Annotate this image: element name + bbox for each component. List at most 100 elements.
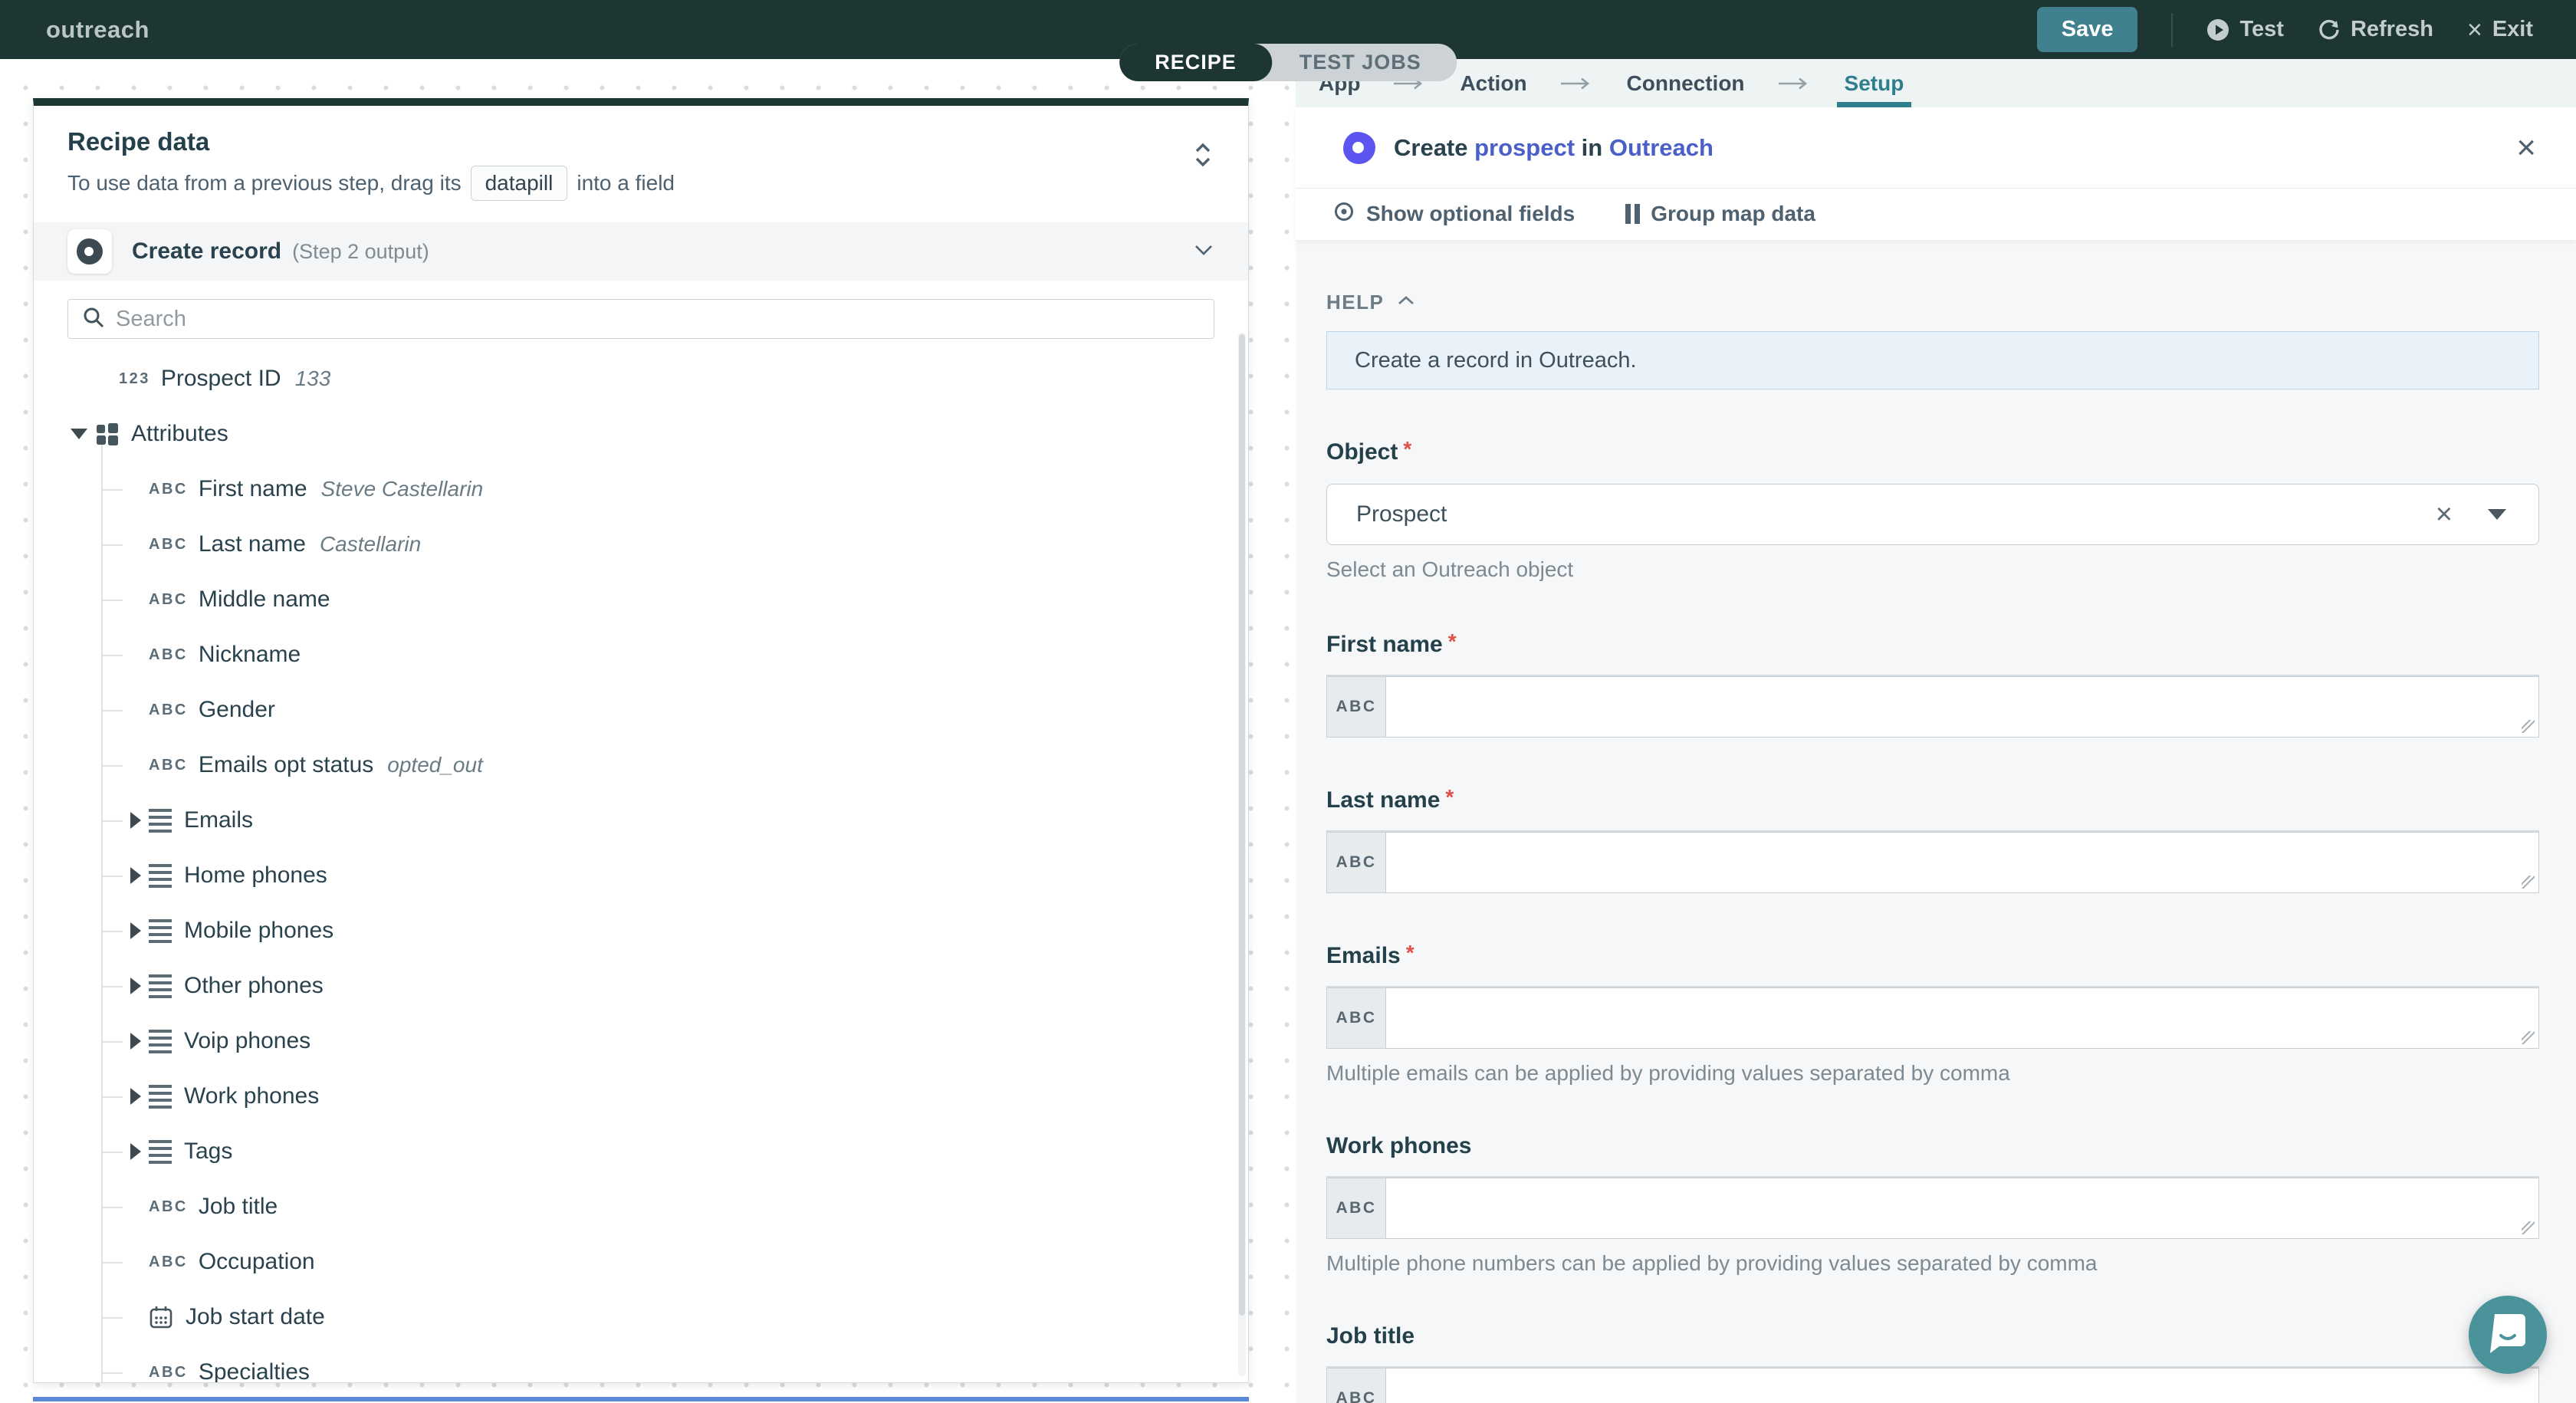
datapill-row[interactable]: Mobile phones [34,903,1248,958]
string-type-icon: ABC [149,1198,188,1215]
datapill-row[interactable]: ABC Nickname [34,627,1248,682]
form-field: Job title ABC [1326,1323,2539,1403]
recipe-title: outreach [46,15,150,43]
resize-handle-icon[interactable] [2522,876,2535,889]
string-type-icon: ABC [149,756,188,774]
datapill-row[interactable]: ABC Emails opt status opted_out [34,738,1248,793]
breadcrumb-item-action[interactable]: Action [1460,59,1526,107]
caret-down-icon[interactable] [71,429,87,439]
datapill-label: Emails [184,807,254,833]
datapill-row[interactable]: ABC Job title [34,1179,1248,1234]
scrollbar-thumb[interactable] [1239,334,1245,1316]
header-divider [2171,12,2174,47]
save-button[interactable]: Save [2036,7,2138,52]
object-select[interactable]: Prospect × [1326,484,2539,545]
setup-breadcrumb: App Action Connection Setup [1296,59,2576,107]
test-button[interactable]: Test [2206,17,2284,42]
chevron-down-icon[interactable] [1193,243,1214,261]
refresh-button[interactable]: Refresh [2318,17,2433,42]
breadcrumb-item-setup[interactable]: Setup [1836,59,1912,107]
datapill-label: Tags [184,1138,233,1164]
datapill-label: Other phones [184,973,324,998]
datapill-row[interactable]: Home phones [34,848,1248,903]
app-link[interactable]: Outreach [1609,134,1714,161]
datapill-row[interactable]: ABC Middle name [34,572,1248,627]
text-input-group: ABC [1326,676,2539,738]
datapill-label: Emails opt status [198,752,374,777]
field-textarea[interactable] [1386,1368,2539,1403]
tab-test-jobs[interactable]: TEST JOBS [1272,44,1457,81]
refresh-icon [2318,18,2341,41]
caret-right-icon[interactable] [130,1143,141,1160]
step-source-row[interactable]: Create record (Step 2 output) [34,222,1248,281]
field-type-badge: ABC [1326,1178,1386,1239]
datapill-row[interactable]: Job start date [34,1290,1248,1345]
string-type-icon: ABC [149,535,188,553]
tab-recipe[interactable]: RECIPE [1119,44,1272,81]
outreach-logo-icon [1343,131,1375,164]
datapill-row[interactable]: Tags [34,1124,1248,1179]
datapill-row[interactable]: 123 Prospect ID 133 [34,351,1248,406]
datapill-row[interactable]: Other phones [34,958,1248,1014]
breadcrumb-arrow-icon [1559,77,1595,90]
datapill-label: Prospect ID [160,366,281,391]
field-textarea[interactable] [1386,1178,2539,1239]
panel-scrollbar[interactable] [1238,333,1246,1376]
caret-right-icon[interactable] [130,1088,141,1105]
breadcrumb-item-connection[interactable]: Connection [1627,59,1745,107]
datapill-label: Specialties [198,1359,310,1383]
dropdown-caret-icon[interactable] [2488,509,2506,520]
datapill-row[interactable]: Emails [34,793,1248,848]
clear-selection-icon[interactable]: × [2436,500,2453,529]
resize-handle-icon[interactable] [2522,1221,2535,1234]
caret-right-icon[interactable] [130,812,141,829]
close-icon: × [2466,15,2482,44]
field-label: Last name * [1326,785,1454,813]
datapill-tree: 123 Prospect ID 133 Attributes ABC First name… [34,351,1248,1383]
field-textarea[interactable] [1386,832,2539,893]
resize-handle-icon[interactable] [2522,1031,2535,1044]
list-glyph [149,918,172,943]
field-label: Work phones [1326,1133,1472,1158]
action-title-row: Create prospect in Outreach × [1296,107,2576,188]
object-link[interactable]: prospect [1474,134,1575,161]
datapill-row[interactable]: ABC First name Steve Castellarin [34,462,1248,517]
help-toggle[interactable]: HELP [1326,291,2539,314]
datapill-row[interactable]: ABC Specialties [34,1345,1248,1383]
caret-right-icon[interactable] [130,867,141,884]
datapill-row[interactable]: Voip phones [34,1014,1248,1069]
search-input[interactable] [116,306,1200,332]
field-helper-text: Multiple emails can be applied by provid… [1326,1061,2010,1085]
columns-icon [1625,204,1641,224]
close-action-icon[interactable]: × [2516,130,2536,165]
datapill-row[interactable]: Attributes [34,406,1248,462]
chat-launcher-button[interactable] [2469,1296,2547,1374]
datapill-sample-value: 133 [294,366,331,390]
form-field: First name * ABC [1326,629,2539,738]
string-type-icon: ABC [149,590,188,608]
datapill-row[interactable]: ABC Last name Castellarin [34,517,1248,572]
group-map-data-button[interactable]: Group map data [1625,202,1815,226]
action-setup-form: HELP Create a record in Outreach. Object… [1296,240,2576,1403]
text-input-group: ABC [1326,832,2539,893]
recipe-data-header: Recipe data To use data from a previous … [34,106,1248,219]
collapse-panel-icon[interactable] [1191,140,1214,174]
caret-right-icon[interactable] [130,922,141,939]
datapill-label: Home phones [184,863,327,888]
resize-handle-icon[interactable] [2522,720,2535,733]
string-type-icon: ABC [149,701,188,718]
field-label: Object * [1326,437,1412,465]
show-optional-fields-button[interactable]: Show optional fields [1332,200,1575,228]
field-textarea[interactable] [1386,987,2539,1049]
datapill-row[interactable]: ABC Occupation [34,1234,1248,1290]
exit-button[interactable]: × Exit [2467,17,2533,43]
caret-right-icon[interactable] [130,1033,141,1050]
list-glyph [149,974,172,998]
field-textarea[interactable] [1386,676,2539,738]
header-actions: Save Test Refresh × Exit [2036,7,2533,52]
datapill-row[interactable]: ABC Gender [34,682,1248,738]
caret-right-icon[interactable] [130,978,141,994]
datapill-label: Job start date [186,1304,325,1329]
datapill-row[interactable]: Work phones [34,1069,1248,1124]
list-type-icon [149,863,172,888]
